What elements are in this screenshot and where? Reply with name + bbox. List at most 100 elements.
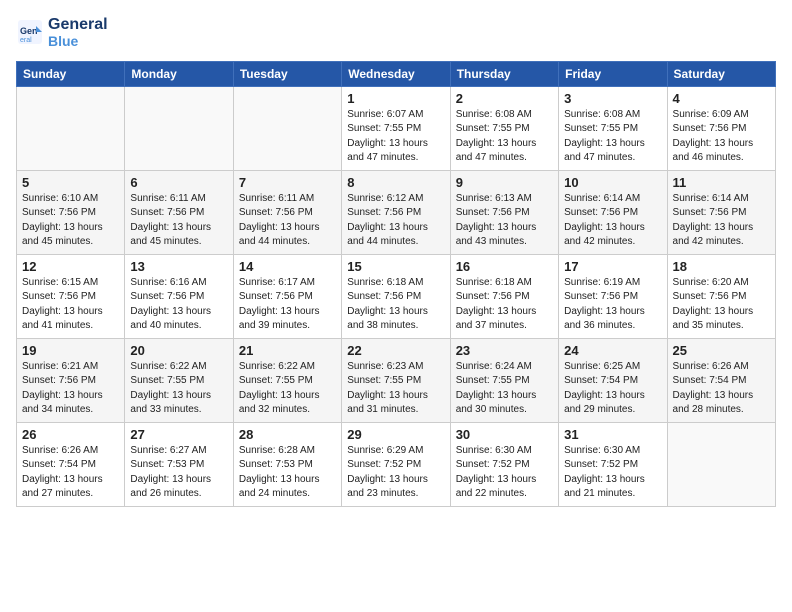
day-info: Sunrise: 6:23 AM Sunset: 7:55 PM Dayligh… — [347, 360, 444, 418]
calendar-cell: 27Sunrise: 6:27 AM Sunset: 7:53 PM Dayli… — [125, 422, 233, 506]
svg-text:eral: eral — [20, 37, 32, 44]
weekday-header-thursday: Thursday — [450, 61, 558, 86]
day-info: Sunrise: 6:16 AM Sunset: 7:56 PM Dayligh… — [130, 276, 227, 334]
day-number: 25 — [673, 343, 770, 358]
day-number: 11 — [673, 175, 770, 190]
calendar-cell: 2 Sunrise: 6:08 AM Sunset: 7:55 PM Daylig… — [450, 86, 558, 170]
day-number: 26 — [22, 427, 119, 442]
day-number: 8 — [347, 175, 444, 190]
calendar-cell: 10 Sunrise: 6:14 AM Sunset: 7:56 PM Dayli… — [559, 170, 667, 254]
calendar-cell: 22 Sunrise: 6:23 AM Sunset: 7:55 PM Dayli… — [342, 338, 450, 422]
calendar-week-5: 26 Sunrise: 6:26 AM Sunset: 7:54 PM Dayli… — [17, 422, 776, 506]
weekday-header-wednesday: Wednesday — [342, 61, 450, 86]
calendar-cell: 28Sunrise: 6:28 AM Sunset: 7:53 PM Dayli… — [233, 422, 341, 506]
day-number: 22 — [347, 343, 444, 358]
logo: Gen eral General Blue — [16, 16, 108, 49]
calendar-cell — [667, 422, 775, 506]
day-info: Sunrise: 6:21 AM Sunset: 7:56 PM Dayligh… — [22, 360, 119, 418]
calendar-cell: 17 Sunrise: 6:19 AM Sunset: 7:56 PM Dayli… — [559, 254, 667, 338]
calendar-cell: 19 Sunrise: 6:21 AM Sunset: 7:56 PM Dayli… — [17, 338, 125, 422]
calendar-cell: 3 Sunrise: 6:08 AM Sunset: 7:55 PM Daylig… — [559, 86, 667, 170]
day-info: Sunrise: 6:08 AM Sunset: 7:55 PM Dayligh… — [456, 108, 553, 166]
day-info: Sunrise: 6:26 AM Sunset: 7:54 PM Dayligh… — [22, 444, 119, 502]
day-info: Sunrise: 6:26 AM Sunset: 7:54 PM Dayligh… — [673, 360, 770, 418]
svg-text:Gen: Gen — [20, 26, 38, 36]
day-info: Sunrise: 6:19 AM Sunset: 7:56 PM Dayligh… — [564, 276, 661, 334]
day-info: Sunrise: 6:10 AM Sunset: 7:56 PM Dayligh… — [22, 192, 119, 250]
day-number: 17 — [564, 259, 661, 274]
calendar-week-3: 12Sunrise: 6:15 AM Sunset: 7:56 PM Dayli… — [17, 254, 776, 338]
calendar-cell: 7 Sunrise: 6:11 AM Sunset: 7:56 PM Daylig… — [233, 170, 341, 254]
day-number: 19 — [22, 343, 119, 358]
logo-text-line1: General — [48, 16, 108, 34]
calendar-week-4: 19 Sunrise: 6:21 AM Sunset: 7:56 PM Dayli… — [17, 338, 776, 422]
weekday-header-tuesday: Tuesday — [233, 61, 341, 86]
day-info: Sunrise: 6:15 AM Sunset: 7:56 PM Dayligh… — [22, 276, 119, 334]
calendar-cell — [233, 86, 341, 170]
day-number: 29 — [347, 427, 444, 442]
calendar-cell: 23 Sunrise: 6:24 AM Sunset: 7:55 PM Dayli… — [450, 338, 558, 422]
calendar-cell: 5 Sunrise: 6:10 AM Sunset: 7:56 PM Daylig… — [17, 170, 125, 254]
day-info: Sunrise: 6:13 AM Sunset: 7:56 PM Dayligh… — [456, 192, 553, 250]
calendar-cell: 15Sunrise: 6:18 AM Sunset: 7:56 PM Dayli… — [342, 254, 450, 338]
day-info: Sunrise: 6:18 AM Sunset: 7:56 PM Dayligh… — [456, 276, 553, 334]
day-info: Sunrise: 6:07 AM Sunset: 7:55 PM Dayligh… — [347, 108, 444, 166]
day-info: Sunrise: 6:08 AM Sunset: 7:55 PM Dayligh… — [564, 108, 661, 166]
day-number: 2 — [456, 91, 553, 106]
day-info: Sunrise: 6:30 AM Sunset: 7:52 PM Dayligh… — [456, 444, 553, 502]
calendar-cell: 21Sunrise: 6:22 AM Sunset: 7:55 PM Dayli… — [233, 338, 341, 422]
calendar-cell: 11Sunrise: 6:14 AM Sunset: 7:56 PM Dayli… — [667, 170, 775, 254]
day-number: 28 — [239, 427, 336, 442]
day-number: 18 — [673, 259, 770, 274]
day-info: Sunrise: 6:11 AM Sunset: 7:56 PM Dayligh… — [239, 192, 336, 250]
calendar-week-2: 5 Sunrise: 6:10 AM Sunset: 7:56 PM Daylig… — [17, 170, 776, 254]
day-info: Sunrise: 6:17 AM Sunset: 7:56 PM Dayligh… — [239, 276, 336, 334]
calendar-cell: 18Sunrise: 6:20 AM Sunset: 7:56 PM Dayli… — [667, 254, 775, 338]
calendar-cell: 26 Sunrise: 6:26 AM Sunset: 7:54 PM Dayli… — [17, 422, 125, 506]
day-info: Sunrise: 6:11 AM Sunset: 7:56 PM Dayligh… — [130, 192, 227, 250]
calendar-cell: 20 Sunrise: 6:22 AM Sunset: 7:55 PM Dayli… — [125, 338, 233, 422]
day-info: Sunrise: 6:22 AM Sunset: 7:55 PM Dayligh… — [130, 360, 227, 418]
day-number: 20 — [130, 343, 227, 358]
calendar-week-1: 1Sunrise: 6:07 AM Sunset: 7:55 PM Daylig… — [17, 86, 776, 170]
day-number: 23 — [456, 343, 553, 358]
day-number: 9 — [456, 175, 553, 190]
logo-text-line2: Blue — [48, 34, 108, 49]
day-info: Sunrise: 6:12 AM Sunset: 7:56 PM Dayligh… — [347, 192, 444, 250]
calendar-cell: 24Sunrise: 6:25 AM Sunset: 7:54 PM Dayli… — [559, 338, 667, 422]
day-info: Sunrise: 6:18 AM Sunset: 7:56 PM Dayligh… — [347, 276, 444, 334]
calendar-cell: 6 Sunrise: 6:11 AM Sunset: 7:56 PM Daylig… — [125, 170, 233, 254]
weekday-header-saturday: Saturday — [667, 61, 775, 86]
day-number: 30 — [456, 427, 553, 442]
weekday-header-row: SundayMondayTuesdayWednesdayThursdayFrid… — [17, 61, 776, 86]
day-number: 16 — [456, 259, 553, 274]
day-info: Sunrise: 6:22 AM Sunset: 7:55 PM Dayligh… — [239, 360, 336, 418]
day-number: 5 — [22, 175, 119, 190]
calendar-cell — [17, 86, 125, 170]
weekday-header-sunday: Sunday — [17, 61, 125, 86]
logo-icon: Gen eral — [16, 18, 44, 46]
day-number: 14 — [239, 259, 336, 274]
day-info: Sunrise: 6:30 AM Sunset: 7:52 PM Dayligh… — [564, 444, 661, 502]
day-info: Sunrise: 6:29 AM Sunset: 7:52 PM Dayligh… — [347, 444, 444, 502]
day-info: Sunrise: 6:09 AM Sunset: 7:56 PM Dayligh… — [673, 108, 770, 166]
calendar-cell: 29 Sunrise: 6:29 AM Sunset: 7:52 PM Dayli… — [342, 422, 450, 506]
day-number: 31 — [564, 427, 661, 442]
weekday-header-monday: Monday — [125, 61, 233, 86]
day-info: Sunrise: 6:14 AM Sunset: 7:56 PM Dayligh… — [564, 192, 661, 250]
day-number: 10 — [564, 175, 661, 190]
calendar-cell: 16 Sunrise: 6:18 AM Sunset: 7:56 PM Dayli… — [450, 254, 558, 338]
day-number: 6 — [130, 175, 227, 190]
day-info: Sunrise: 6:24 AM Sunset: 7:55 PM Dayligh… — [456, 360, 553, 418]
weekday-header-friday: Friday — [559, 61, 667, 86]
calendar-cell: 4Sunrise: 6:09 AM Sunset: 7:56 PM Daylig… — [667, 86, 775, 170]
calendar-cell: 31 Sunrise: 6:30 AM Sunset: 7:52 PM Dayli… — [559, 422, 667, 506]
calendar-cell: 9 Sunrise: 6:13 AM Sunset: 7:56 PM Daylig… — [450, 170, 558, 254]
day-number: 7 — [239, 175, 336, 190]
calendar-cell: 30 Sunrise: 6:30 AM Sunset: 7:52 PM Dayli… — [450, 422, 558, 506]
calendar-table: SundayMondayTuesdayWednesdayThursdayFrid… — [16, 61, 776, 507]
day-number: 3 — [564, 91, 661, 106]
day-number: 27 — [130, 427, 227, 442]
calendar-cell: 13Sunrise: 6:16 AM Sunset: 7:56 PM Dayli… — [125, 254, 233, 338]
calendar-cell: 12Sunrise: 6:15 AM Sunset: 7:56 PM Dayli… — [17, 254, 125, 338]
